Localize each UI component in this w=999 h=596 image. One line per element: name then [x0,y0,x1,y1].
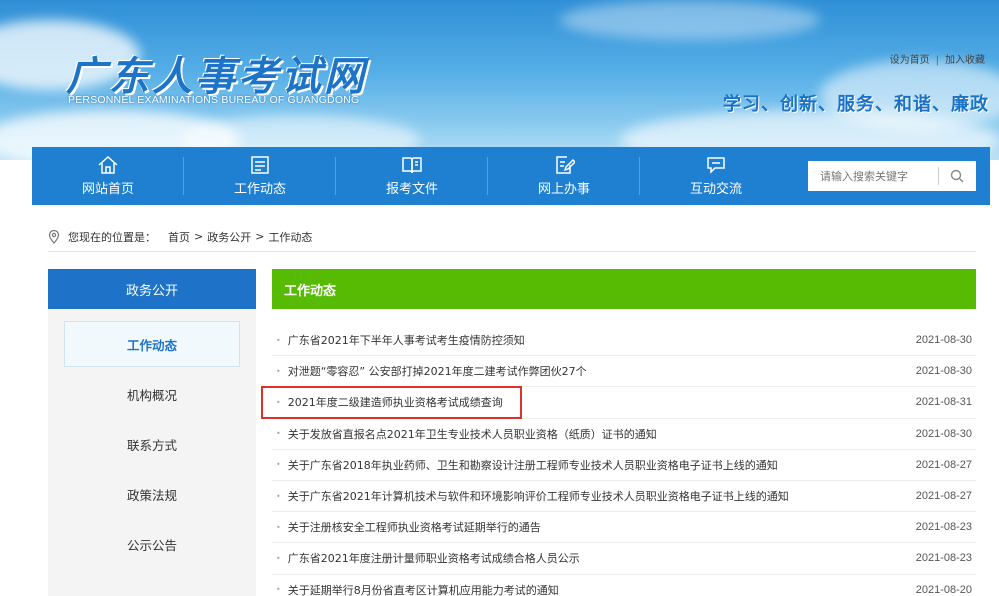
sidebar-item-policies[interactable]: 政策法规 [64,471,240,517]
sidebar-item-org-overview[interactable]: 机构概况 [64,371,240,417]
news-date: 2021-08-30 [915,427,972,440]
news-date: 2021-08-23 [915,521,972,534]
news-row[interactable]: • 广东省2021年下半年人事考试考生疫情防控须知 2021-08-30 [272,325,976,357]
bullet-icon: • [276,522,281,532]
edit-icon [556,156,575,174]
main-content: 工作动态 • 广东省2021年下半年人事考试考生疫情防控须知 2021-08-3… [272,269,976,596]
sidebar-item-more[interactable] [64,571,240,596]
home-icon [98,155,118,174]
bullet-icon: • [276,397,281,407]
news-row[interactable]: • 关于注册核安全工程师执业资格考试延期举行的通告 2021-08-23 [272,512,976,544]
nav-label-interaction: 互动交流 [689,182,742,197]
sidebar-item-announcements[interactable]: 公示公告 [64,521,240,567]
sidebar-item-contact[interactable]: 联系方式 [64,421,240,467]
nav-label-news: 工作动态 [233,182,286,197]
bullet-icon: • [276,335,281,345]
location-pin-icon [48,229,60,244]
news-row[interactable]: • 关于延期举行8月份省直考区计算机应用能力考试的通知 2021-08-20 [272,575,976,596]
bullet-icon: • [276,460,281,470]
set-homepage-link[interactable]: 设为首页 [890,55,930,66]
site-slogan: 学习、创新、服务、和谐、廉政 [723,94,989,115]
news-date: 2021-08-20 [915,583,972,596]
breadcrumb-current[interactable]: 工作动态 [268,229,312,245]
main-section-title: 工作动态 [272,269,976,309]
breadcrumb-gov-affairs[interactable]: 政务公开 [207,229,251,245]
news-date: 2021-08-30 [915,334,972,347]
chat-icon [707,157,725,174]
news-icon [251,156,269,174]
main-nav: 网站首页 工作动态 报考文件 网上办事 互动交流 [32,147,990,205]
bullet-icon: • [276,491,281,501]
nav-label-exam-files: 报考文件 [385,182,438,197]
news-date: 2021-08-31 [915,396,972,409]
search-box [808,161,976,191]
news-title[interactable]: 关于广东省2021年计算机技术与软件和环境影响评价工程师专业技术人员职业资格电子… [288,488,916,504]
sidebar: 政务公开 工作动态 机构概况 联系方式 政策法规 公示公告 [48,269,256,596]
nav-item-news[interactable]: 工作动态 [184,147,336,205]
search-button[interactable] [939,161,975,191]
nav-label-home: 网站首页 [81,182,134,197]
news-date: 2021-08-27 [915,458,972,471]
news-row[interactable]: • 关于广东省2018年执业药师、卫生和勘察设计注册工程师专业技术人员职业资格电… [272,450,976,481]
nav-item-interaction[interactable]: 互动交流 [640,147,792,205]
header-banner: 广东人事考试网 PERSONNEL EXAMINATIONS BUREAU OF… [0,0,999,160]
news-list: • 广东省2021年下半年人事考试考生疫情防控须知 2021-08-30 • 对… [272,325,976,596]
bullet-icon: • [276,553,281,563]
breadcrumb-prefix: 您现在的位置是： [68,230,156,244]
news-row[interactable]: • 对泄题“零容忍” 公安部打掉2021年度二建考试作弊团伙27个 2021-0… [272,356,976,388]
news-title[interactable]: 广东省2021年下半年人事考试考生疫情防控须知 [288,332,916,348]
book-icon [402,157,422,174]
sidebar-menu: 工作动态 机构概况 联系方式 政策法规 公示公告 [48,309,256,596]
breadcrumb-separator: > [194,230,204,243]
top-links: 设为首页 | 加入收藏 [890,51,985,66]
news-title[interactable]: 关于延期举行8月份省直考区计算机应用能力考试的通知 [288,582,916,596]
nav-label-online-service: 网上办事 [537,182,590,197]
breadcrumb-separator: > [255,230,265,243]
sidebar-item-work-news[interactable]: 工作动态 [64,321,240,367]
news-row[interactable]: • 关于发放省直报名点2021年卫生专业技术人员职业资格（纸质）证书的通知 20… [272,419,976,450]
bullet-icon: • [276,429,281,439]
news-date: 2021-08-30 [915,365,972,378]
search-input[interactable] [808,162,938,190]
add-favorite-link[interactable]: 加入收藏 [945,55,985,66]
news-row[interactable]: • 关于广东省2021年计算机技术与软件和环境影响评价工程师专业技术人员职业资格… [272,481,976,513]
top-links-separator: | [935,55,939,66]
news-title[interactable]: 广东省2021年度注册计量师职业资格考试成绩合格人员公示 [288,550,916,566]
news-title[interactable]: 关于发放省直报名点2021年卫生专业技术人员职业资格（纸质）证书的通知 [288,426,916,442]
news-title[interactable]: 对泄题“零容忍” 公安部打掉2021年度二建考试作弊团伙27个 [288,363,916,379]
news-date: 2021-08-27 [915,490,972,503]
nav-item-online-service[interactable]: 网上办事 [488,147,640,205]
site-logo-subtitle: PERSONNEL EXAMINATIONS BUREAU OF GUANGDO… [68,94,360,106]
news-title[interactable]: 关于广东省2018年执业药师、卫生和勘察设计注册工程师专业技术人员职业资格电子证… [288,457,916,473]
sidebar-title: 政务公开 [48,269,256,309]
bullet-icon: • [276,366,281,376]
nav-item-exam-files[interactable]: 报考文件 [336,147,488,205]
news-date: 2021-08-23 [915,552,972,565]
search-icon [950,169,964,183]
news-title[interactable]: 关于注册核安全工程师执业资格考试延期举行的通告 [288,519,916,535]
breadcrumb-home[interactable]: 首页 [168,229,190,245]
nav-item-home[interactable]: 网站首页 [32,147,184,205]
bullet-icon: • [276,585,281,595]
breadcrumb: 您现在的位置是： 首页 > 政务公开 > 工作动态 [48,222,976,252]
news-row[interactable]: • 2021年度二级建造师执业资格考试成绩查询 2021-08-31 [272,387,976,419]
news-row[interactable]: • 广东省2021年度注册计量师职业资格考试成绩合格人员公示 2021-08-2… [272,543,976,575]
news-title[interactable]: 2021年度二级建造师执业资格考试成绩查询 [288,394,916,410]
